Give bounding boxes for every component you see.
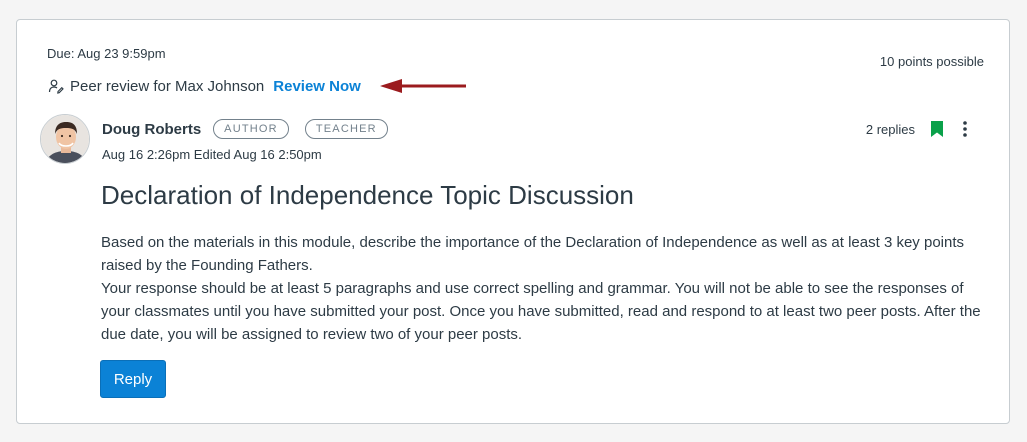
points-possible: 10 points possible [879, 54, 984, 69]
review-now-link[interactable]: Review Now [273, 78, 361, 95]
teacher-badge: TEACHER [304, 119, 388, 139]
page-background: Due: Aug 23 9:59pm 10 points possible Pe… [0, 0, 1027, 442]
body-paragraph: Your response should be at least 5 parag… [101, 280, 981, 343]
peer-review-text: Peer review for Max Johnson [70, 77, 265, 95]
bookmark-icon[interactable] [931, 121, 943, 137]
avatar[interactable] [40, 114, 90, 164]
discussion-title: Declaration of Independence Topic Discus… [101, 180, 634, 210]
body-paragraph: Based on the materials in this module, d… [101, 234, 964, 274]
post-dates: Aug 16 2:26pm Edited Aug 16 2:50pm [102, 147, 322, 162]
peer-review-icon [48, 79, 64, 94]
discussion-body: Based on the materials in this module, d… [101, 231, 991, 346]
avatar-image [41, 115, 89, 163]
author-row: Doug Roberts AUTHOR TEACHER [102, 119, 404, 139]
due-date: Due: Aug 23 9:59pm [47, 46, 166, 61]
peer-review-row: Peer review for Max Johnson Review Now [48, 76, 361, 96]
replies-count: 2 replies [865, 122, 915, 137]
annotation-arrow [380, 79, 466, 93]
reply-button[interactable]: Reply [100, 360, 166, 398]
author-name[interactable]: Doug Roberts [102, 121, 201, 138]
more-options-icon[interactable] [961, 120, 969, 138]
author-badge: AUTHOR [213, 119, 289, 139]
